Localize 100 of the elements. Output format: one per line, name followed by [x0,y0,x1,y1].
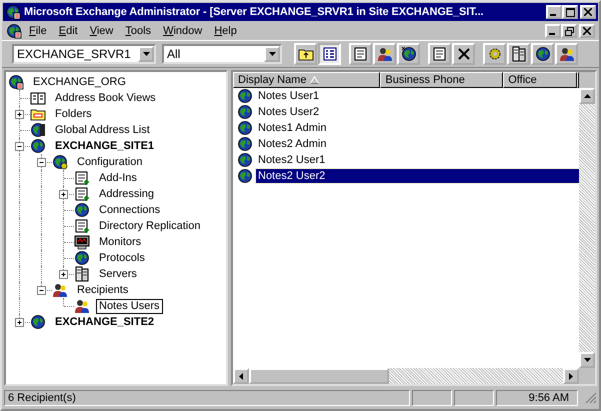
doc-icon [352,46,368,62]
resize-grip-icon [585,392,597,404]
tree-item[interactable]: Monitors [96,234,144,250]
list-item[interactable]: Notes1 Admin [256,121,328,135]
tree-item[interactable]: Connections [96,202,164,218]
people-icon [52,282,68,298]
toolbar-button[interactable] [318,43,341,65]
globe-icon [237,88,253,104]
column-header[interactable]: Office [503,72,577,88]
list-item[interactable]: Notes User1 [256,89,322,103]
restore-button[interactable] [561,24,577,38]
gear-icon [486,46,502,62]
list-item[interactable]: Notes2 User2 [256,169,579,183]
maximize-icon [566,8,574,16]
maximize-button[interactable] [562,5,578,19]
toolbar-button[interactable] [555,43,578,65]
column-header[interactable]: Display Name [233,72,380,88]
people-icon [74,298,90,314]
tree-item[interactable]: Addressing [96,186,158,202]
expander-box[interactable] [59,270,68,279]
toolbar-button[interactable] [531,43,554,65]
tree-item[interactable]: Add-Ins [96,170,140,186]
menu-item[interactable]: View [84,25,118,37]
expander-box[interactable] [15,142,24,151]
tree-item[interactable]: Protocols [96,250,148,266]
expander-box[interactable] [59,190,68,199]
status-text: 6 Recipient(s) [4,390,410,406]
doc-icon [74,218,90,234]
expander-box[interactable] [15,110,24,119]
globe-icon [74,202,90,218]
list-item[interactable]: Notes2 User1 [256,153,328,167]
doc-icon [74,170,90,186]
menu-item[interactable]: Help [209,25,242,37]
caret-icon [268,52,276,56]
people-icon [558,46,574,62]
globe-icon [8,74,24,90]
minimize-button[interactable] [545,24,561,38]
globe-icon [30,314,46,330]
expander-box[interactable] [15,318,24,327]
tree-item[interactable]: Configuration [74,154,146,170]
list-item[interactable]: Notes2 Admin [256,137,328,151]
globe-icon [534,46,550,62]
toolbar-button[interactable] [373,43,396,65]
globe-icon [5,4,21,20]
tree-item[interactable]: Address Book Views [52,90,159,106]
left-arrow-icon [239,372,243,380]
tree-item[interactable]: Notes Users [96,298,163,314]
globe-icon [237,152,253,168]
globe-icon [237,120,253,136]
vertical-scrollbar[interactable] [579,88,595,368]
toolbar-button[interactable] [483,43,506,65]
globe-icon [30,122,46,138]
status-panel [412,390,452,406]
toolbar-button[interactable] [428,43,451,65]
menu-item[interactable]: Edit [54,25,83,37]
globe-icon [237,104,253,120]
menu-item[interactable]: File [24,25,52,37]
toolbar-button[interactable] [507,43,530,65]
expander-box[interactable] [37,158,46,167]
column-header[interactable]: Business Phone [380,72,504,88]
server-icon [510,46,526,62]
status-time: 9:56 AM [496,390,578,406]
minimize-button[interactable] [546,5,562,19]
globe-icon [400,46,416,62]
tree-item[interactable]: EXCHANGE_SITE1 [52,138,158,154]
filter-dropdown[interactable]: All [162,44,282,64]
tree-item[interactable]: Recipients [74,282,132,298]
globe-icon [237,136,253,152]
tree-item[interactable]: Servers [96,266,140,282]
list-icon [322,46,338,62]
window-title: Microsoft Exchange Administrator - [Server EXCHANGE_SRVR1 in Site EXCHANGE_SIT... [24,6,485,18]
toolbar-button[interactable] [294,43,317,65]
tree-item[interactable]: Folders [52,106,95,122]
delete-icon [456,46,472,62]
sort-arrow-icon [310,76,320,84]
tree-item[interactable]: Global Address List [52,122,153,138]
globe-icon [52,154,68,170]
tree-item[interactable]: EXCHANGE_ORG [30,74,129,90]
close-button[interactable] [580,5,596,19]
tree-item[interactable]: EXCHANGE_SITE2 [52,314,158,330]
up-arrow-icon [584,94,590,98]
menu-item[interactable]: Tools [120,25,156,37]
close-icon [584,8,592,16]
close-icon [583,27,591,35]
menu-item[interactable]: Window [158,25,208,37]
toolbar-button[interactable] [397,43,420,65]
globe-icon [30,138,46,154]
toolbar-button[interactable] [349,43,372,65]
horizontal-scrollbar[interactable] [233,368,579,384]
list-item[interactable]: Notes User2 [256,105,322,119]
people-icon [376,46,392,62]
close-button[interactable] [579,24,595,38]
down-arrow-icon [584,358,590,362]
expander-box[interactable] [37,286,46,295]
globe-icon [74,250,90,266]
server-icon [74,266,90,282]
server-dropdown[interactable]: EXCHANGE_SRVR1 [12,44,156,64]
caret-icon [142,52,150,56]
toolbar-button[interactable] [452,43,475,65]
tree-item[interactable]: Directory Replication [96,218,204,234]
